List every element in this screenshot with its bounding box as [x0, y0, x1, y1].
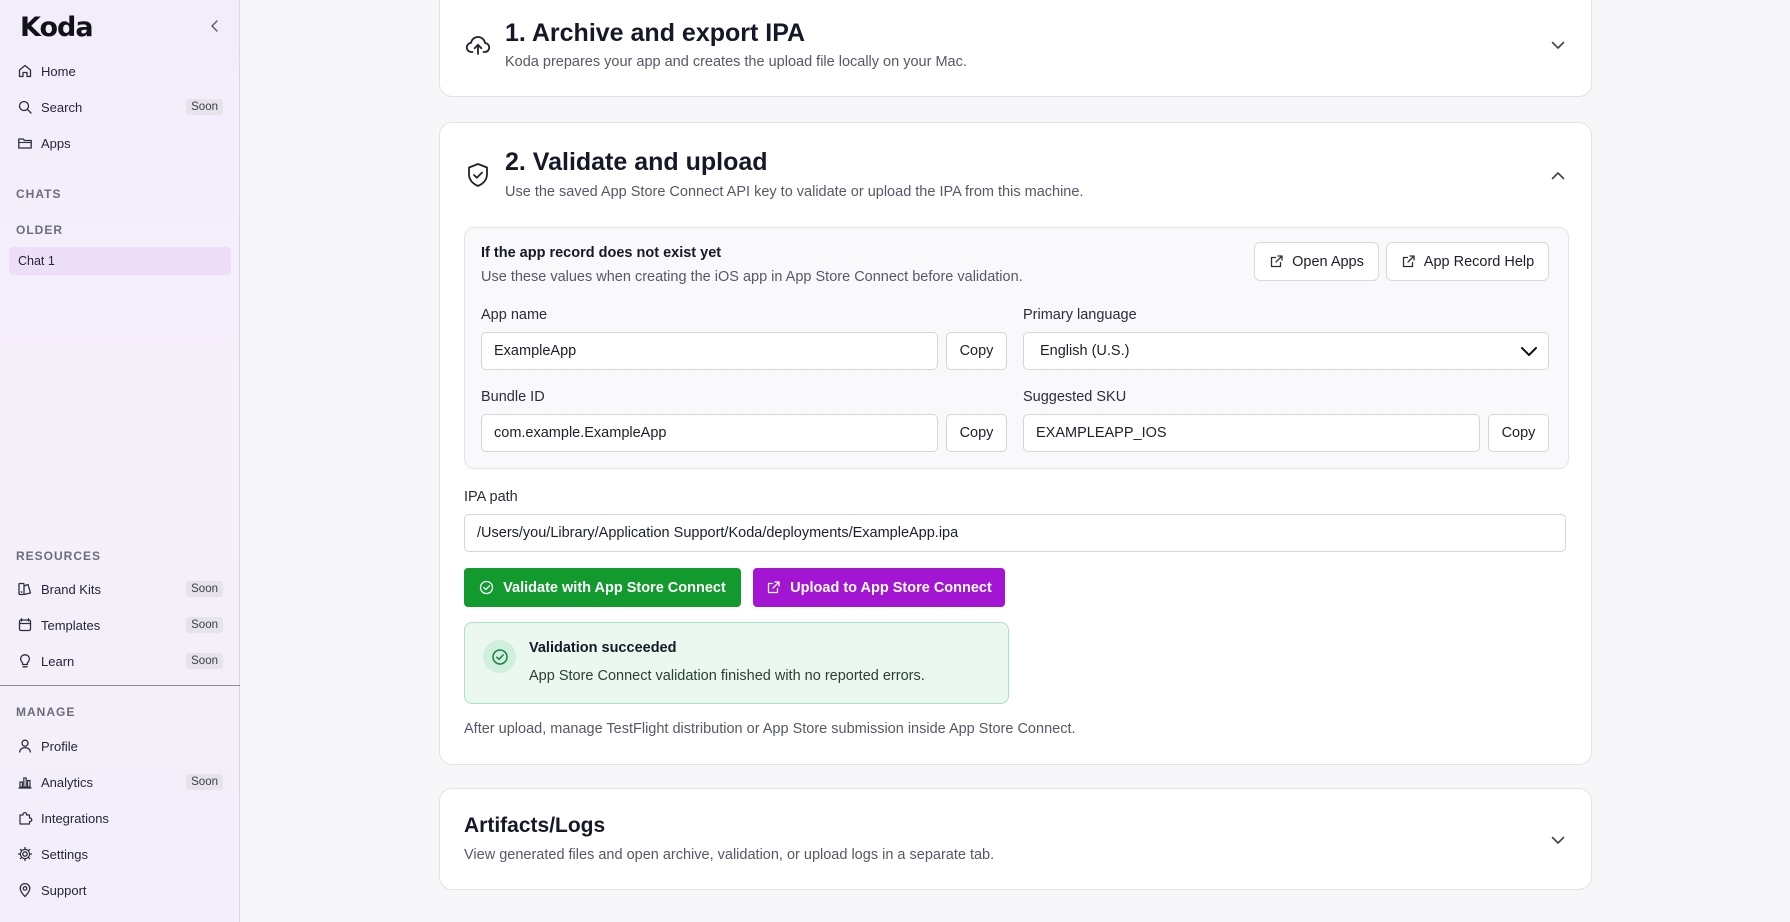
folder-icon	[18, 138, 32, 149]
sidebar-item-search[interactable]: Search Soon	[8, 93, 231, 121]
archive-export-card[interactable]: 1. Archive and export IPA Koda prepares …	[439, 0, 1592, 97]
app-logo[interactable]: Koda	[20, 12, 94, 43]
app-record-heading: If the app record does not exist yet	[481, 245, 722, 261]
validate-upload-card: 2. Validate and upload Use the saved App…	[439, 122, 1592, 765]
sidebar-item-support[interactable]: Support	[8, 876, 231, 904]
copy-sku-button[interactable]: Copy	[1488, 414, 1549, 452]
external-link-icon	[768, 581, 780, 594]
button-label: Validate with App Store Connect	[503, 579, 726, 596]
open-apps-button[interactable]: Open Apps	[1254, 242, 1379, 281]
sidebar-item-home[interactable]: Home	[8, 57, 231, 85]
sidebar-item-label: Learn	[41, 653, 75, 669]
home-icon	[18, 64, 32, 78]
sidebar-item-label: Settings	[41, 846, 88, 862]
resources-section-title: RESOURCES	[16, 549, 102, 563]
sidebar-item-label: Integrations	[41, 810, 109, 826]
app-record-description: Use these values when creating the iOS a…	[481, 269, 1023, 285]
cloud-upload-icon	[465, 36, 491, 55]
sidebar-divider	[0, 685, 240, 686]
card-title: Artifacts/Logs	[464, 814, 606, 837]
sidebar-item-label: Support	[41, 882, 87, 898]
search-icon	[18, 100, 32, 114]
bundle-id-label: Bundle ID	[481, 389, 545, 405]
collapse-sidebar-button[interactable]	[205, 16, 225, 36]
chevron-left-icon	[211, 20, 218, 32]
app-record-box: If the app record does not exist yet Use…	[464, 227, 1569, 469]
app-name-field[interactable]: ExampleApp	[481, 332, 938, 370]
check-circle-icon	[491, 648, 508, 665]
sidebar-item-integrations[interactable]: Integrations	[8, 804, 231, 832]
app-record-help-button[interactable]: App Record Help	[1386, 242, 1549, 281]
button-label: App Record Help	[1423, 253, 1535, 270]
external-link-icon	[1402, 255, 1415, 268]
button-label: Open Apps	[1292, 253, 1364, 270]
shield-check-icon	[468, 163, 488, 187]
sidebar-item-profile[interactable]: Profile	[8, 732, 231, 760]
copy-app-name-button[interactable]: Copy	[946, 332, 1007, 370]
bundle-id-field[interactable]: com.example.ExampleApp	[481, 414, 938, 452]
sidebar-item-templates[interactable]: Templates Soon	[8, 611, 231, 639]
sidebar-item-label: Brand Kits	[41, 581, 101, 597]
puzzle-icon	[19, 812, 33, 825]
upload-button[interactable]: Upload to App Store Connect	[753, 568, 1005, 607]
sidebar: Koda Home Search Soon Apps CHATS OLDER C…	[0, 0, 240, 922]
soon-badge: Soon	[186, 653, 223, 669]
older-section-title: OLDER	[16, 223, 63, 237]
sidebar-item-label: Templates	[41, 617, 101, 633]
button-label: Upload to App Store Connect	[790, 579, 992, 596]
sidebar-item-apps[interactable]: Apps	[8, 129, 231, 157]
template-icon	[18, 618, 32, 632]
sidebar-item-learn[interactable]: Learn Soon	[8, 647, 231, 675]
soon-badge: Soon	[186, 617, 223, 633]
ipa-path-field[interactable]: /Users/you/Library/Application Support/K…	[464, 514, 1566, 552]
sidebar-item-label: Analytics	[41, 774, 94, 790]
chevron-down-icon[interactable]	[1549, 36, 1567, 54]
primary-language-select[interactable]: English (U.S.)	[1023, 332, 1549, 370]
chevron-up-icon[interactable]	[1549, 167, 1567, 185]
soon-badge: Soon	[186, 99, 223, 115]
bar-chart-icon	[18, 777, 32, 789]
soon-badge: Soon	[186, 774, 223, 790]
artifacts-logs-card[interactable]: Artifacts/Logs View generated files and …	[439, 788, 1592, 890]
card-subtitle: Koda prepares your app and creates the u…	[505, 54, 967, 70]
sidebar-item-label: Apps	[41, 135, 71, 151]
gear-icon	[17, 846, 33, 862]
check-circle-icon	[480, 580, 494, 595]
location-pin-icon	[19, 882, 31, 898]
lightbulb-icon	[19, 654, 31, 668]
validation-success-alert: Validation succeeded App Store Connect v…	[464, 622, 1009, 704]
sidebar-item-analytics[interactable]: Analytics Soon	[8, 768, 231, 796]
ipa-path-label: IPA path	[464, 489, 518, 505]
sidebar-item-label: Search	[41, 99, 83, 115]
sidebar-item-brand-kits[interactable]: Brand Kits Soon	[8, 575, 231, 603]
main-content: 1. Archive and export IPA Koda prepares …	[241, 0, 1790, 922]
app-name-label: App name	[481, 307, 548, 323]
soon-badge: Soon	[186, 581, 223, 597]
copy-bundle-id-button[interactable]: Copy	[946, 414, 1007, 452]
user-icon	[18, 739, 32, 753]
success-message: App Store Connect validation finished wi…	[529, 668, 925, 684]
card-title: 1. Archive and export IPA	[505, 19, 806, 47]
footer-note: After upload, manage TestFlight distribu…	[464, 721, 1076, 737]
card-title: 2. Validate and upload	[505, 148, 768, 176]
card-subtitle: Use the saved App Store Connect API key …	[505, 184, 1084, 200]
suggested-sku-label: Suggested SKU	[1023, 389, 1127, 405]
card-subtitle: View generated files and open archive, v…	[464, 847, 995, 863]
primary-language-label: Primary language	[1023, 307, 1137, 323]
sidebar-item-label: Home	[41, 63, 76, 79]
suggested-sku-field[interactable]: EXAMPLEAPP_IOS	[1023, 414, 1480, 452]
success-title: Validation succeeded	[529, 640, 677, 656]
selected-language: English (U.S.)	[1040, 343, 1130, 359]
manage-section-title: MANAGE	[16, 705, 76, 719]
brand-kit-icon	[18, 582, 32, 596]
chat-item[interactable]: Chat 1	[9, 247, 231, 275]
success-icon-wrap	[483, 640, 516, 673]
validate-button[interactable]: Validate with App Store Connect	[464, 568, 741, 607]
external-link-icon	[1270, 255, 1283, 268]
sidebar-item-label: Profile	[41, 738, 78, 754]
chats-section-title: CHATS	[16, 187, 62, 201]
chevron-down-icon[interactable]	[1549, 831, 1567, 849]
chevron-down-icon	[1521, 347, 1537, 356]
sidebar-item-settings[interactable]: Settings	[8, 840, 231, 868]
